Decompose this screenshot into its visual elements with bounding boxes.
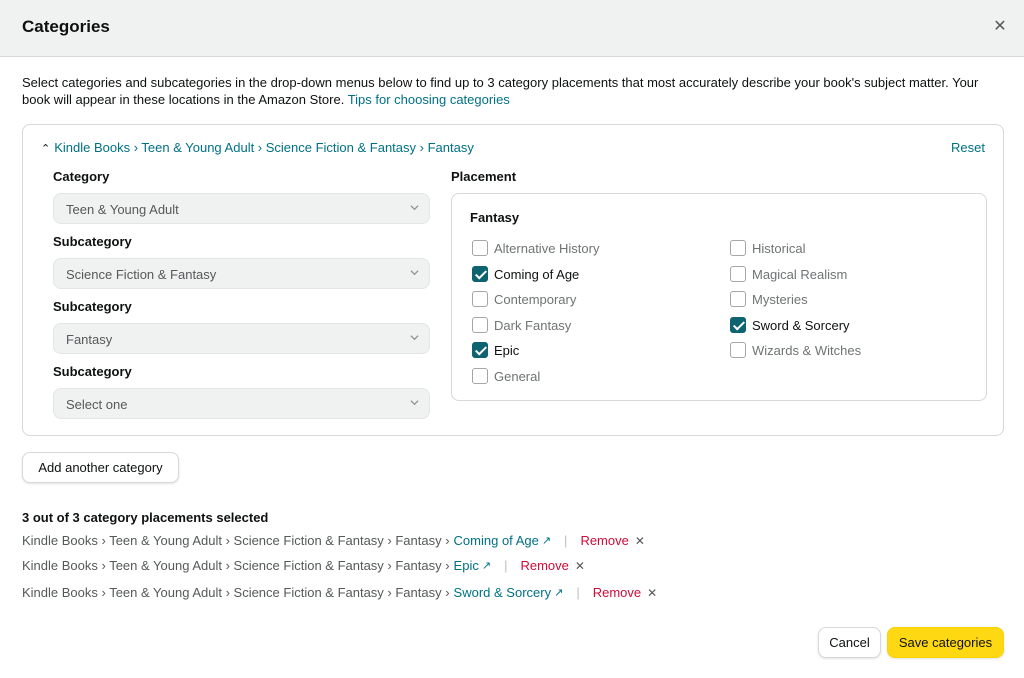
checkbox[interactable] — [472, 342, 488, 358]
placement-option[interactable]: Dark Fantasy — [472, 316, 571, 334]
remove-link[interactable]: Remove — [593, 585, 641, 600]
dialog-header: Categories ✕ — [0, 0, 1024, 57]
separator: | — [564, 533, 568, 548]
category-select[interactable]: Teen & Young Adult — [53, 193, 430, 224]
subcategory-select-2-value: Fantasy — [66, 332, 113, 347]
checkbox[interactable] — [472, 368, 488, 384]
placement-link[interactable]: Coming of Age — [454, 533, 539, 548]
checkbox[interactable] — [472, 291, 488, 307]
placement-option[interactable]: Contemporary — [472, 290, 576, 308]
placement-label: Placement — [451, 169, 517, 184]
close-icon[interactable]: ✕ — [575, 559, 585, 573]
placement-path: Kindle Books › Teen & Young Adult › Scie… — [22, 533, 450, 548]
placement-option[interactable]: Mysteries — [730, 290, 808, 308]
placement-option[interactable]: Wizards & Witches — [730, 341, 861, 359]
subcategory-label-1: Subcategory — [53, 234, 132, 249]
close-icon[interactable]: ✕ — [635, 534, 645, 548]
subcategory-label-2: Subcategory — [53, 299, 132, 314]
separator: | — [504, 558, 508, 573]
dialog-title: Categories — [22, 17, 110, 36]
separator: | — [576, 585, 580, 600]
selected-placement-row: Kindle Books › Teen & Young Adult › Scie… — [22, 585, 657, 600]
external-link-icon: ↗ — [541, 535, 552, 547]
checkbox[interactable] — [472, 317, 488, 333]
chevron-down-icon — [410, 335, 419, 341]
placement-path: Kindle Books › Teen & Young Adult › Scie… — [22, 585, 450, 600]
chevron-up-icon: ⌃ — [41, 143, 51, 155]
category-panel: ⌃ Kindle Books › Teen & Young Adult › Sci… — [22, 124, 1004, 436]
placement-link[interactable]: Sword & Sorcery — [454, 585, 552, 600]
add-category-button[interactable]: Add another category — [22, 452, 179, 483]
category-label: Category — [53, 169, 110, 184]
checkbox[interactable] — [730, 266, 746, 282]
selected-placement-row: Kindle Books › Teen & Young Adult › Scie… — [22, 533, 645, 548]
category-select-value: Teen & Young Adult — [66, 202, 179, 217]
placement-option[interactable]: General — [472, 367, 540, 385]
remove-link[interactable]: Remove — [520, 558, 568, 573]
tips-link[interactable]: Tips for choosing categories — [348, 92, 510, 107]
checkbox[interactable] — [730, 342, 746, 358]
placement-option[interactable]: Coming of Age — [472, 265, 579, 283]
placement-option[interactable]: Magical Realism — [730, 265, 847, 283]
cancel-button[interactable]: Cancel — [818, 627, 881, 658]
placement-group-title: Fantasy — [470, 210, 520, 225]
checkbox[interactable] — [730, 317, 746, 333]
placement-option[interactable]: Sword & Sorcery — [730, 316, 850, 334]
placement-option-label: Wizards & Witches — [752, 342, 862, 358]
placement-option-label: Dark Fantasy — [494, 317, 572, 333]
checkbox[interactable] — [472, 266, 488, 282]
chevron-down-icon — [410, 270, 419, 276]
placement-option-label: Historical — [752, 240, 806, 256]
intro-text: Select categories and subcategories in t… — [22, 74, 982, 108]
subcategory-select-3-value: Select one — [66, 397, 128, 412]
breadcrumb[interactable]: ⌃ Kindle Books › Teen & Young Adult › Sci… — [41, 140, 474, 155]
placement-option[interactable]: Historical — [730, 239, 805, 257]
breadcrumb-text: Kindle Books › Teen & Young Adult › Scie… — [54, 140, 474, 155]
placement-option-label: Mysteries — [752, 291, 808, 307]
save-categories-button[interactable]: Save categories — [887, 627, 1004, 658]
placement-option-label: Magical Realism — [752, 266, 848, 282]
placement-option-label: Alternative History — [494, 240, 600, 256]
subcategory-select-1[interactable]: Science Fiction & Fantasy — [53, 258, 430, 289]
checkbox[interactable] — [730, 291, 746, 307]
selected-count: 3 out of 3 category placements selected — [22, 510, 269, 525]
placement-option-label: Epic — [494, 342, 520, 358]
close-icon[interactable]: ✕ — [647, 586, 657, 600]
placement-option-label: Sword & Sorcery — [752, 317, 850, 333]
placement-option-label: General — [494, 368, 541, 384]
placement-option[interactable]: Epic — [472, 341, 519, 359]
checkbox[interactable] — [730, 240, 746, 256]
external-link-icon: ↗ — [481, 560, 492, 572]
placement-option[interactable]: Alternative History — [472, 239, 599, 257]
placement-link[interactable]: Epic — [454, 558, 479, 573]
chevron-down-icon — [410, 205, 419, 211]
external-link-icon: ↗ — [554, 587, 564, 599]
reset-link[interactable]: Reset — [951, 140, 985, 155]
subcategory-select-2[interactable]: Fantasy — [53, 323, 430, 354]
subcategory-select-3[interactable]: Select one — [53, 388, 430, 419]
selected-placement-row: Kindle Books › Teen & Young Adult › Scie… — [22, 558, 585, 573]
placement-path: Kindle Books › Teen & Young Adult › Scie… — [22, 558, 450, 573]
close-icon[interactable]: ✕ — [990, 17, 1010, 37]
checkbox[interactable] — [472, 240, 488, 256]
placement-option-label: Coming of Age — [494, 266, 580, 282]
placement-option-label: Contemporary — [494, 291, 577, 307]
chevron-down-icon — [410, 400, 419, 406]
subcategory-select-1-value: Science Fiction & Fantasy — [66, 267, 217, 282]
placement-box: Fantasy Alternative History Coming of Ag… — [451, 193, 987, 401]
subcategory-label-3: Subcategory — [53, 364, 132, 379]
remove-link[interactable]: Remove — [580, 533, 628, 548]
